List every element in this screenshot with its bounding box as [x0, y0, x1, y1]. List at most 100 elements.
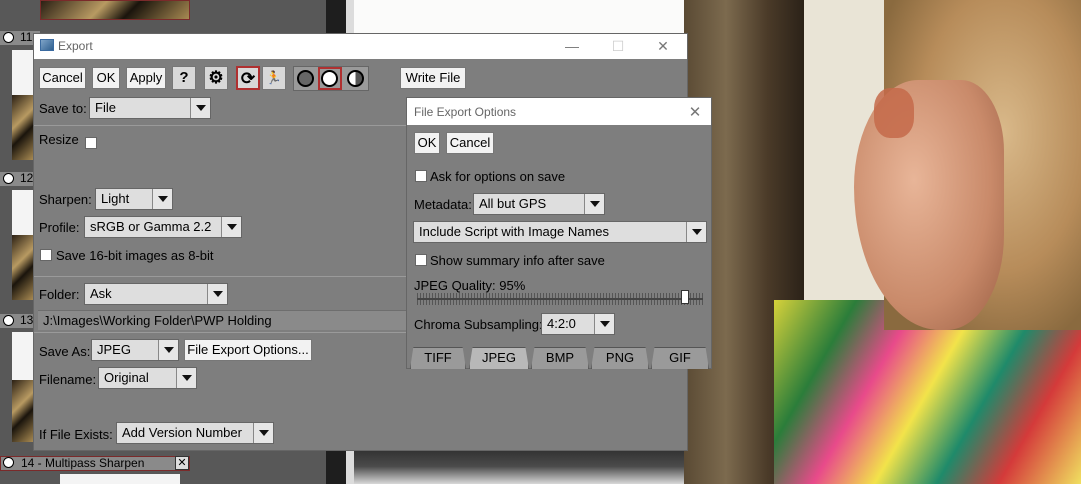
sharpen-value: Light: [101, 191, 130, 206]
minimize-icon[interactable]: —: [562, 38, 582, 54]
slider-thumb[interactable]: [681, 290, 690, 304]
thumbnail-title: 14 - Multipass Sharpen: [21, 456, 145, 470]
folder-value: Ask: [90, 286, 112, 301]
feo-ok-button[interactable]: OK: [414, 132, 440, 154]
chevron-down-icon: [207, 284, 227, 304]
tab-bmp[interactable]: BMP: [531, 347, 589, 369]
chevron-down-icon: [584, 194, 604, 214]
if-exists-select[interactable]: Add Version Number: [116, 422, 274, 444]
close-icon[interactable]: ✕: [685, 103, 705, 121]
gear-icon[interactable]: ⚙: [204, 66, 228, 90]
apply-button[interactable]: Apply: [126, 67, 166, 89]
sharpen-select[interactable]: Light: [95, 188, 173, 210]
thumbnail-number: 12: [20, 171, 34, 185]
filename-value: Original: [104, 370, 149, 385]
chevron-down-icon: [686, 222, 706, 242]
photo-sunglasses: [874, 88, 914, 138]
save-to-label: Save to:: [39, 101, 87, 116]
chevron-down-icon: [221, 217, 241, 237]
profile-label: Profile:: [39, 220, 80, 235]
thumbnail-image[interactable]: [12, 235, 34, 300]
tab-png[interactable]: PNG: [591, 347, 649, 369]
save16-label: Save 16-bit images as 8-bit: [56, 248, 214, 263]
view-mode-selected[interactable]: [318, 67, 342, 90]
divider: [34, 332, 409, 333]
divider: [34, 125, 409, 126]
save-as-label: Save As:: [39, 344, 91, 359]
feo-titlebar[interactable]: File Export Options ✕: [407, 98, 711, 125]
save-to-select[interactable]: File: [89, 97, 211, 119]
thumbnail-image[interactable]: [12, 95, 34, 160]
half-circle-icon[interactable]: [347, 70, 364, 87]
export-titlebar[interactable]: Export — ☐ ✕: [34, 34, 687, 59]
tab-tiff[interactable]: TIFF: [410, 347, 466, 369]
ask-options-label: Ask for options on save: [430, 169, 566, 184]
chroma-select[interactable]: 4:2:0: [541, 313, 615, 335]
profile-value: sRGB or Gamma 2.2: [90, 219, 212, 234]
folder-path-field[interactable]: J:\Images\Working Folder\PWP Holding: [38, 310, 408, 330]
thumbnail-label-14[interactable]: 14 - Multipass Sharpen: [0, 456, 190, 471]
resize-label: Resize: [39, 132, 79, 147]
thumbnail-image[interactable]: [40, 0, 190, 20]
view-mode-group: [293, 66, 369, 91]
tab-gif[interactable]: GIF: [651, 347, 709, 369]
chevron-down-icon: [152, 189, 172, 209]
sharpen-label: Sharpen:: [39, 192, 92, 207]
thumbnail-select-radio[interactable]: [3, 173, 14, 184]
save-as-value: JPEG: [97, 342, 131, 357]
save16-checkbox[interactable]: [40, 249, 52, 261]
include-script-select[interactable]: Include Script with Image Names: [413, 221, 707, 243]
file-export-options-button[interactable]: File Export Options...: [184, 339, 312, 361]
ask-options-checkbox[interactable]: [415, 170, 427, 182]
close-icon[interactable]: ✕: [653, 38, 673, 55]
metadata-select[interactable]: All but GPS: [473, 193, 605, 215]
chevron-down-icon: [253, 423, 273, 443]
folder-label: Folder:: [39, 287, 80, 302]
tab-jpeg[interactable]: JPEG: [469, 347, 529, 369]
close-icon[interactable]: ✕: [175, 456, 189, 470]
maximize-icon[interactable]: ☐: [608, 38, 628, 55]
thumbnail-select-radio[interactable]: [3, 315, 14, 326]
filename-select[interactable]: Original: [98, 367, 197, 389]
chevron-down-icon: [594, 314, 614, 334]
app-icon: [40, 39, 54, 51]
feo-cancel-button[interactable]: Cancel: [446, 132, 494, 154]
feo-title: File Export Options: [414, 105, 517, 119]
jpeg-quality-label: JPEG Quality: 95%: [414, 278, 526, 293]
save-as-select[interactable]: JPEG: [91, 339, 179, 361]
if-exists-value: Add Version Number: [122, 425, 242, 440]
metadata-label: Metadata:: [414, 197, 472, 212]
help-icon[interactable]: ?: [172, 66, 196, 90]
ok-button[interactable]: OK: [92, 67, 120, 89]
dark-circle-icon[interactable]: [297, 70, 314, 87]
thumbnail-number: 11: [20, 30, 33, 44]
run-icon[interactable]: 🏃: [262, 66, 286, 90]
chroma-label: Chroma Subsampling:: [414, 317, 543, 332]
chevron-down-icon: [158, 340, 178, 360]
chroma-value: 4:2:0: [547, 316, 576, 331]
refresh-icon[interactable]: ⟳: [236, 66, 260, 90]
resize-checkbox[interactable]: [85, 137, 97, 149]
metadata-value: All but GPS: [479, 196, 547, 211]
thumbnail-image[interactable]: [12, 380, 34, 442]
file-export-options-dialog: File Export Options ✕ OK Cancel Ask for …: [406, 97, 712, 369]
export-title: Export: [58, 39, 93, 53]
show-summary-checkbox[interactable]: [415, 254, 427, 266]
slider-line: [417, 298, 703, 300]
if-exists-label: If File Exists:: [39, 427, 113, 442]
light-circle-icon: [321, 70, 338, 87]
filename-label: Filename:: [39, 372, 97, 387]
folder-select[interactable]: Ask: [84, 283, 228, 305]
thumbnail-image[interactable]: [60, 474, 180, 484]
include-script-value: Include Script with Image Names: [419, 224, 610, 239]
save-to-value: File: [95, 100, 116, 115]
thumbnail-select-radio[interactable]: [3, 32, 14, 43]
thumbnail-select-radio[interactable]: [3, 457, 14, 468]
chevron-down-icon: [190, 98, 210, 118]
cancel-button[interactable]: Cancel: [39, 67, 86, 89]
profile-select[interactable]: sRGB or Gamma 2.2: [84, 216, 242, 238]
thumbnail-number: 13: [20, 313, 34, 327]
write-file-button[interactable]: Write File: [400, 67, 466, 89]
divider: [34, 276, 409, 277]
chevron-down-icon: [176, 368, 196, 388]
